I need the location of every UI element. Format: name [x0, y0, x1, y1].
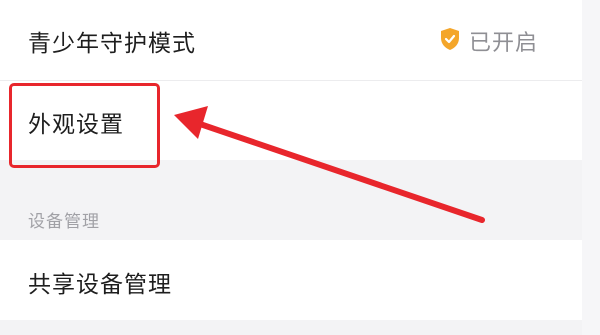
- settings-screen: 青少年守护模式 已开启 外观设置 设备管理 共享设备管理: [0, 0, 600, 335]
- teen-guard-mode-row[interactable]: 青少年守护模式 已开启: [0, 0, 582, 80]
- shared-device-management-row[interactable]: 共享设备管理: [0, 240, 582, 320]
- highlight-box: [9, 83, 160, 168]
- screen-edge: [582, 0, 600, 335]
- shared-device-management-label: 共享设备管理: [28, 272, 172, 298]
- status-enabled-text: 已开启: [468, 31, 538, 56]
- shield-check-icon: [439, 27, 461, 55]
- device-management-section-title: 设备管理: [28, 212, 100, 232]
- teen-guard-mode-status: 已开启: [439, 25, 538, 57]
- teen-guard-mode-label: 青少年守护模式: [28, 31, 196, 57]
